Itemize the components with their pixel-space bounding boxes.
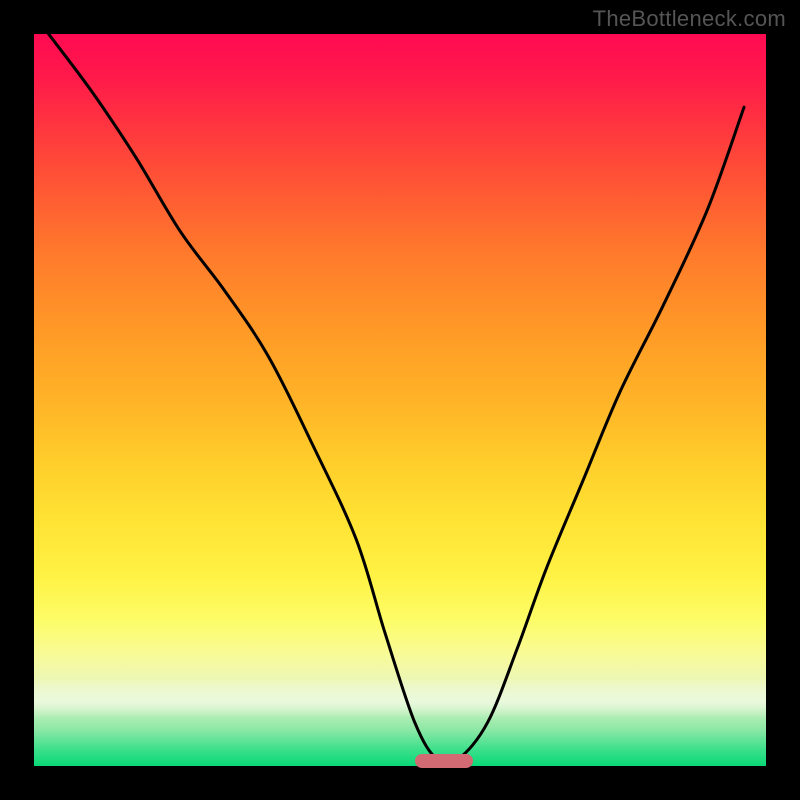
optimal-range-marker xyxy=(415,754,474,768)
chart-plot-area xyxy=(34,34,766,766)
watermark-text: TheBottleneck.com xyxy=(593,6,786,32)
bottleneck-curve xyxy=(34,34,766,766)
curve-path-segment xyxy=(49,34,744,763)
